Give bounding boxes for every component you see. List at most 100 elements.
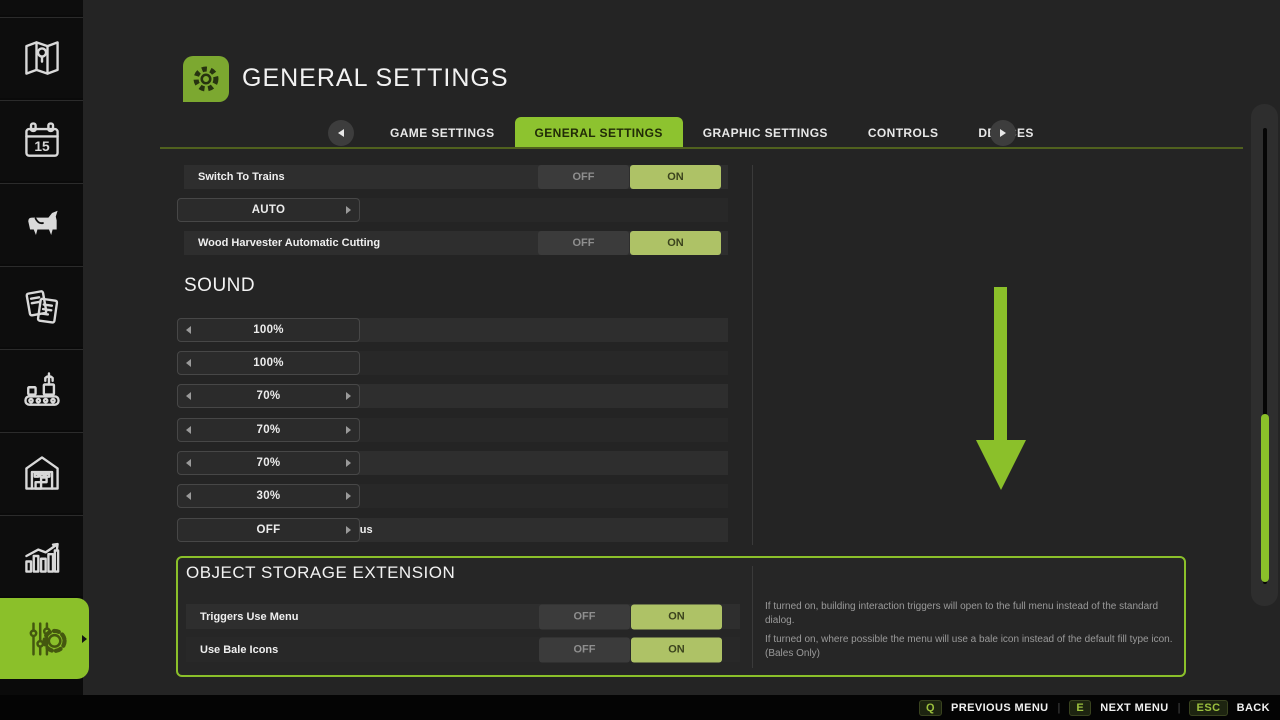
sidebar-item-storage[interactable] — [0, 432, 83, 513]
next-menu-label: NEXT MENU — [1100, 702, 1168, 714]
select-value: AUTO — [252, 204, 286, 216]
column-divider — [752, 165, 753, 545]
calendar-day-label: 15 — [34, 139, 50, 154]
statistics-icon — [20, 534, 64, 578]
volume-master-stepper[interactable]: 100% — [177, 318, 360, 342]
setting-label: Use Bale Icons — [200, 644, 278, 656]
character-volume-stepper[interactable]: 70% — [177, 418, 360, 442]
ose-description-1: If turned on, building interaction trigg… — [765, 600, 1185, 628]
tab-controls[interactable]: CONTROLS — [848, 117, 959, 148]
key-esc-badge: ESC — [1189, 700, 1227, 716]
stepper-value: OFF — [257, 524, 281, 536]
settings-badge — [183, 56, 229, 102]
stepper-value: 70% — [257, 424, 281, 436]
tabs-prev-button[interactable] — [328, 120, 354, 146]
ose-section-heading: OBJECT STORAGE EXTENSION — [186, 563, 455, 583]
scrollbar-thumb[interactable] — [1261, 414, 1269, 582]
setting-row-radio-volume: Radio Volume 70% — [184, 451, 728, 475]
setting-label: Wood Harvester Automatic Cutting — [198, 237, 380, 249]
sidebar-item-finances[interactable] — [0, 266, 83, 347]
toggle-off-button[interactable]: OFF — [538, 165, 629, 189]
calendar-icon: 15 — [20, 119, 64, 163]
tab-game-settings[interactable]: GAME SETTINGS — [370, 117, 515, 148]
setting-row-use-bale-icons: Use Bale Icons OFF ON — [186, 637, 740, 662]
pointer-arrow-icon — [976, 440, 1026, 490]
production-icon — [20, 368, 64, 412]
stepper-value: 100% — [253, 324, 284, 336]
toggle-on-button[interactable]: ON — [630, 165, 721, 189]
hint-separator: | — [1178, 702, 1181, 714]
active-item-notch-icon — [82, 635, 87, 643]
toggle-off-button[interactable]: OFF — [538, 231, 629, 255]
setting-row-character-volume: Character Volume 70% — [184, 418, 728, 442]
ose-description-2: If turned on, where possible the menu wi… — [765, 633, 1185, 661]
tab-graphic-settings[interactable]: GRAPHIC SETTINGS — [683, 117, 848, 148]
right-arrow-icon — [1000, 129, 1006, 137]
pointer-arrow-shaft — [994, 287, 1007, 442]
tab-general-settings[interactable]: GENERAL SETTINGS — [515, 117, 683, 148]
sidebar-item-mod-settings[interactable] — [0, 598, 89, 679]
documents-icon — [20, 285, 64, 329]
settings-sliders-gear-icon — [22, 616, 68, 662]
stepper-right-icon[interactable] — [346, 426, 351, 434]
setting-row-volume-master: Volume Master 100% — [184, 318, 728, 342]
toggle-off-button[interactable]: OFF — [539, 604, 630, 629]
stepper-right-icon[interactable] — [346, 526, 351, 534]
vehicle-volume-stepper[interactable]: 100% — [177, 351, 360, 375]
map-icon — [20, 36, 64, 80]
sound-section-heading: SOUND — [184, 275, 255, 297]
setting-row-wood-harvester: Wood Harvester Automatic Cutting OFF ON — [184, 231, 728, 255]
wood-harvester-toggle: OFF ON — [538, 231, 721, 255]
game-volume-focus-stepper[interactable]: OFF — [177, 518, 360, 542]
tab-underline — [160, 147, 1243, 149]
environment-volume-stepper[interactable]: 70% — [177, 384, 360, 408]
stepper-right-icon[interactable] — [346, 492, 351, 500]
toggle-on-button[interactable]: ON — [630, 231, 721, 255]
toggle-on-button[interactable]: ON — [631, 604, 722, 629]
toggle-off-button[interactable]: OFF — [539, 637, 630, 662]
triggers-use-menu-toggle: OFF ON — [539, 604, 722, 629]
toggle-on-button[interactable]: ON — [631, 637, 722, 662]
gear-icon — [189, 62, 223, 96]
setting-row-game-volume-focus: Game Volume While Not In Focus OFF — [184, 518, 728, 542]
stepper-right-icon[interactable] — [346, 206, 351, 214]
previous-menu-label: PREVIOUS MENU — [951, 702, 1049, 714]
ose-column-divider — [752, 566, 753, 668]
setting-label: Switch To Trains — [198, 171, 285, 183]
stepper-left-icon[interactable] — [186, 492, 191, 500]
stepper-right-icon[interactable] — [346, 459, 351, 467]
stepper-value: 100% — [253, 357, 284, 369]
stepper-right-icon[interactable] — [346, 392, 351, 400]
cow-icon — [20, 202, 64, 246]
setting-row-triggers-use-menu: Triggers Use Menu OFF ON — [186, 604, 740, 629]
sidebar-item-calendar[interactable]: 15 — [0, 100, 83, 181]
radio-volume-stepper[interactable]: 70% — [177, 451, 360, 475]
setting-row-switch-to-trains: Switch To Trains OFF ON — [184, 165, 728, 189]
stepper-left-icon[interactable] — [186, 359, 191, 367]
stepper-left-icon[interactable] — [186, 426, 191, 434]
setting-row-gui-volume: GUI Volume 30% — [184, 484, 728, 508]
page-title: GENERAL SETTINGS — [242, 64, 509, 93]
sidebar-item-map[interactable] — [0, 17, 83, 98]
use-bale-icons-toggle: OFF ON — [539, 637, 722, 662]
stepper-value: 30% — [257, 490, 281, 502]
setting-row-input-help-mode: Input Help Mode AUTO — [184, 198, 728, 222]
sidebar-item-production[interactable] — [0, 349, 83, 430]
gui-volume-stepper[interactable]: 30% — [177, 484, 360, 508]
setting-row-environment-volume: Environment Volume 70% — [184, 384, 728, 408]
tab-bar: GAME SETTINGS GENERAL SETTINGS GRAPHIC S… — [370, 117, 1054, 148]
sidebar-item-statistics[interactable] — [0, 515, 83, 596]
warehouse-icon — [20, 451, 64, 495]
input-help-mode-select[interactable]: AUTO — [177, 198, 360, 222]
stepper-value: 70% — [257, 390, 281, 402]
stepper-left-icon[interactable] — [186, 326, 191, 334]
setting-row-vehicle-volume: Vehicle Volume 100% — [184, 351, 728, 375]
stepper-left-icon[interactable] — [186, 459, 191, 467]
hint-separator: | — [1058, 702, 1061, 714]
sidebar: 15 — [0, 0, 83, 695]
stepper-left-icon[interactable] — [186, 392, 191, 400]
tabs-next-button[interactable] — [990, 120, 1016, 146]
left-arrow-icon — [338, 129, 344, 137]
sidebar-item-animals[interactable] — [0, 183, 83, 264]
setting-label: Triggers Use Menu — [200, 611, 298, 623]
